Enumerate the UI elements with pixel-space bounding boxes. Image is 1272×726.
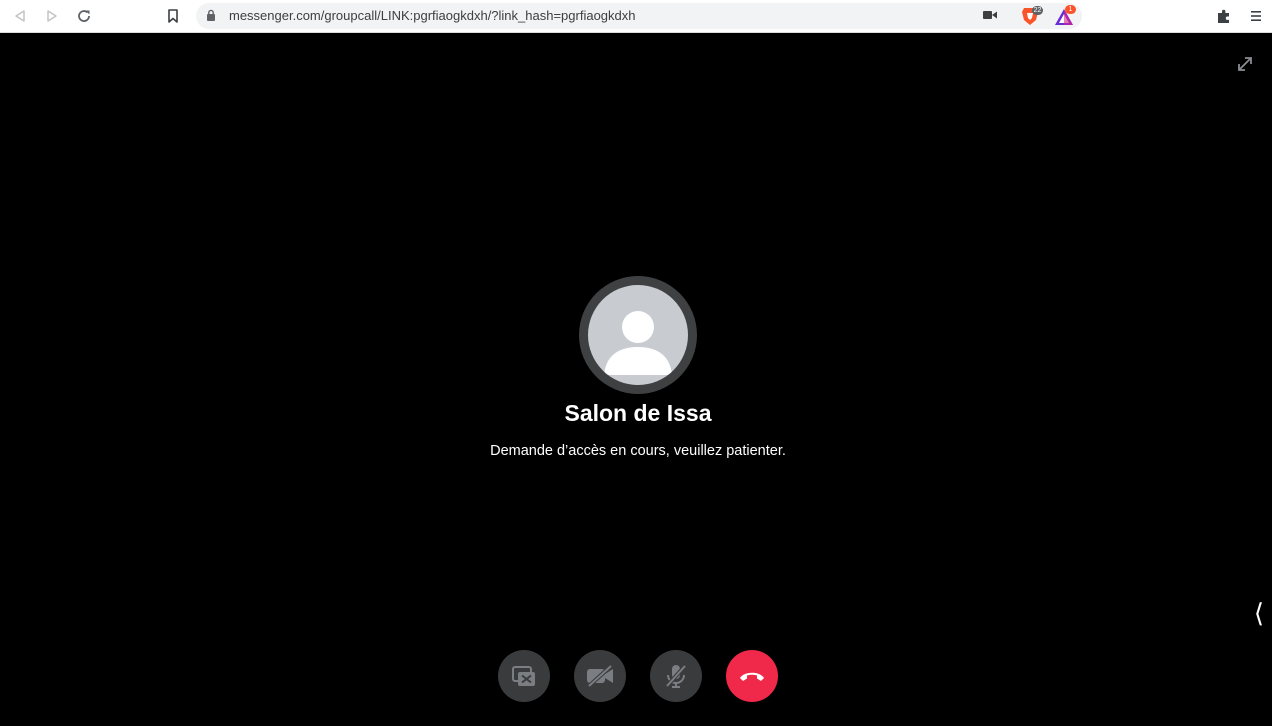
screen-share-off-icon <box>512 666 535 686</box>
avatar-ring <box>579 276 697 394</box>
screen-share-button[interactable] <box>498 650 550 702</box>
fullscreen-button[interactable] <box>1235 54 1255 74</box>
mic-toggle-button[interactable] <box>650 650 702 702</box>
camera-icon[interactable] <box>983 10 997 20</box>
reload-button[interactable] <box>73 5 95 27</box>
forward-button[interactable] <box>41 5 63 27</box>
side-panel-toggle[interactable]: ⟨ <box>1252 598 1266 628</box>
reload-icon <box>78 10 90 22</box>
hang-up-button[interactable] <box>726 650 778 702</box>
video-toggle-button[interactable] <box>574 650 626 702</box>
bookmark-icon <box>168 9 178 23</box>
extensions-button[interactable] <box>1213 5 1235 27</box>
brave-shields-button[interactable]: 22 <box>1021 6 1043 26</box>
avatar <box>588 285 688 385</box>
menu-button[interactable] <box>1245 5 1267 27</box>
brave-rewards-badge: 1 <box>1065 5 1076 14</box>
hang-up-icon <box>740 672 764 681</box>
back-button[interactable] <box>9 5 31 27</box>
mic-off-icon <box>665 664 687 688</box>
lock-icon <box>207 9 215 21</box>
address-bar[interactable]: messenger.com/groupcall/LINK:pgrfiaogkdx… <box>196 3 1082 29</box>
brave-shields-badge: 22 <box>1032 6 1043 15</box>
menu-icon <box>1251 11 1261 21</box>
bookmark-button[interactable] <box>162 5 184 27</box>
extensions-icon <box>1218 9 1229 23</box>
back-icon <box>15 10 25 22</box>
access-request-status: Demande d’accès en cours, veuillez patie… <box>490 443 786 459</box>
browser-toolbar: messenger.com/groupcall/LINK:pgrfiaogkdx… <box>0 0 1272 33</box>
expand-icon <box>1238 57 1252 71</box>
room-title: Salon de Issa <box>564 400 712 426</box>
brave-rewards-button[interactable]: 1 <box>1054 5 1078 27</box>
forward-icon <box>47 10 57 22</box>
avatar-placeholder-icon <box>604 311 672 375</box>
url-text[interactable]: messenger.com/groupcall/LINK:pgrfiaogkdx… <box>229 8 636 23</box>
video-off-icon <box>587 664 613 688</box>
